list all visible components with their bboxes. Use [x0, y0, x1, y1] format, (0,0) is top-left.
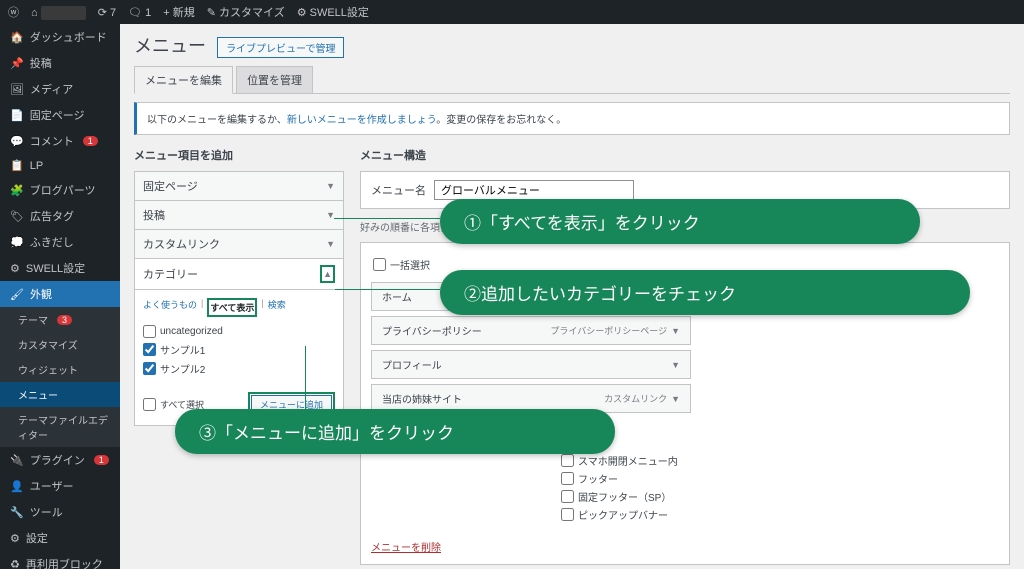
sidebar-item-blog-parts[interactable]: 🧩 ブログパーツ — [0, 177, 120, 203]
annotation-1: ①「すべてを表示」をクリック — [440, 199, 920, 244]
chk-sample1[interactable] — [143, 343, 156, 356]
chevron-down-icon: ▼ — [326, 239, 335, 249]
swell-link[interactable]: ⚙ SWELL設定 — [297, 4, 369, 20]
sidebar-item-settings[interactable]: ⚙ 設定 — [0, 525, 120, 551]
chk-select-all[interactable] — [143, 398, 156, 411]
chevron-down-icon: ▼ — [671, 326, 680, 336]
annotation-2: ②追加したいカテゴリーをチェック — [440, 270, 970, 315]
annotation-3: ③「メニューに追加」をクリック — [175, 409, 615, 454]
menu-item-privacy[interactable]: プライバシーポリシー プライバシーポリシーページ ▼ — [371, 316, 691, 345]
chk-sample2[interactable] — [143, 362, 156, 375]
home-icon[interactable]: ⌂ — [31, 4, 86, 20]
updates-indicator[interactable]: ⟳ 7 — [98, 6, 116, 19]
sidebar-subitem-widgets[interactable]: ウィジェット — [0, 357, 120, 382]
sidebar-item-media[interactable]: 🖼 メディア — [0, 76, 120, 102]
subtab-search[interactable]: 検索 — [268, 298, 286, 317]
admin-sidebar: 🏠 ダッシュボード 📌 投稿 🖼 メディア 📄 固定ページ 💬 コメント1 📋 … — [0, 24, 120, 569]
page-title: メニュー — [134, 32, 206, 58]
subtab-view-all[interactable]: すべて表示 — [210, 303, 254, 313]
chevron-down-icon: ▼ — [671, 360, 680, 370]
accordion-posts[interactable]: 投稿▼ — [134, 200, 344, 230]
sidebar-item-lp[interactable]: 📋 LP — [0, 154, 120, 177]
create-new-menu-link[interactable]: 新しいメニューを作成しましょう — [287, 115, 436, 126]
comments-indicator[interactable]: 🗨 1 — [128, 6, 151, 19]
tab-manage-locations[interactable]: 位置を管理 — [236, 66, 313, 93]
pointer-2 — [335, 289, 440, 290]
chevron-up-icon: ▲ — [323, 269, 332, 279]
sidebar-subitem-menus[interactable]: メニュー — [0, 382, 120, 407]
accordion-custom-links[interactable]: カスタムリンク▼ — [134, 229, 344, 259]
menu-name-input[interactable] — [434, 180, 634, 200]
delete-menu-link[interactable]: メニューを削除 — [371, 539, 441, 554]
sidebar-item-plugins[interactable]: 🔌 プラグイン1 — [0, 447, 120, 473]
sidebar-subitem-theme-editor[interactable]: テーマファイルエディター — [0, 407, 120, 447]
plugins-badge: 1 — [94, 455, 109, 465]
notice-bar: 以下のメニューを編集するか、新しいメニューを作成しましょう。変更の保存をお忘れな… — [134, 102, 1010, 135]
chk-mass-select-top[interactable] — [373, 258, 386, 271]
customize-link[interactable]: ✎ カスタマイズ — [207, 4, 285, 20]
chk-sp-header[interactable] — [561, 454, 574, 467]
pointer-1 — [334, 218, 440, 219]
sidebar-item-posts[interactable]: 📌 投稿 — [0, 50, 120, 76]
chk-footer[interactable] — [561, 472, 574, 485]
new-button[interactable]: + 新規 — [163, 4, 194, 20]
pointer-3 — [305, 346, 306, 409]
chk-pickup[interactable] — [561, 508, 574, 521]
accordion-categories-header[interactable]: カテゴリー▲ — [135, 259, 343, 290]
sidebar-item-comments[interactable]: 💬 コメント1 — [0, 128, 120, 154]
sidebar-item-swell[interactable]: ⚙ SWELL設定 — [0, 255, 120, 281]
add-items-heading: メニュー項目を追加 — [134, 147, 344, 163]
comments-badge: 1 — [83, 136, 98, 146]
menu-structure-heading: メニュー構造 — [360, 147, 1010, 163]
sidebar-item-dashboard[interactable]: 🏠 ダッシュボード — [0, 24, 120, 50]
sidebar-subitem-themes[interactable]: テーマ3 — [0, 307, 120, 332]
tabs: メニューを編集 位置を管理 — [134, 66, 1010, 94]
accordion-pages[interactable]: 固定ページ▼ — [134, 171, 344, 201]
sidebar-item-appearance[interactable]: 🖌 外観 — [0, 281, 120, 307]
menu-item-profile[interactable]: プロフィール ▼ — [371, 350, 691, 379]
chevron-down-icon: ▼ — [326, 181, 335, 191]
sidebar-item-fukidashi[interactable]: 💭 ふきだし — [0, 229, 120, 255]
wp-logo-icon[interactable]: ⓦ — [8, 4, 19, 20]
live-preview-button[interactable]: ライブプレビューで管理 — [217, 37, 344, 58]
chevron-down-icon: ▼ — [671, 394, 680, 404]
tab-edit-menus[interactable]: メニューを編集 — [134, 66, 233, 94]
main-content: メニュー ライブプレビューで管理 メニューを編集 位置を管理 以下のメニューを編… — [120, 24, 1024, 569]
sidebar-item-users[interactable]: 👤 ユーザー — [0, 473, 120, 499]
sidebar-item-tools[interactable]: 🔧 ツール — [0, 499, 120, 525]
sidebar-item-pages[interactable]: 📄 固定ページ — [0, 102, 120, 128]
sidebar-item-reusable[interactable]: ♻ 再利用ブロック — [0, 551, 120, 569]
sidebar-subitem-customize[interactable]: カスタマイズ — [0, 332, 120, 357]
accordion-categories: カテゴリー▲ よく使うもの | すべて表示 | 検索 uncategorized… — [134, 258, 344, 426]
themes-badge: 3 — [57, 315, 72, 325]
subtab-recent[interactable]: よく使うもの — [143, 298, 197, 317]
sidebar-item-ad-tags[interactable]: 🏷 広告タグ — [0, 203, 120, 229]
chk-uncategorized[interactable] — [143, 325, 156, 338]
chk-fixed-footer[interactable] — [561, 490, 574, 503]
admin-topbar: ⓦ ⌂ ⟳ 7 🗨 1 + 新規 ✎ カスタマイズ ⚙ SWELL設定 — [0, 0, 1024, 24]
menu-name-label: メニュー名 — [371, 182, 426, 198]
